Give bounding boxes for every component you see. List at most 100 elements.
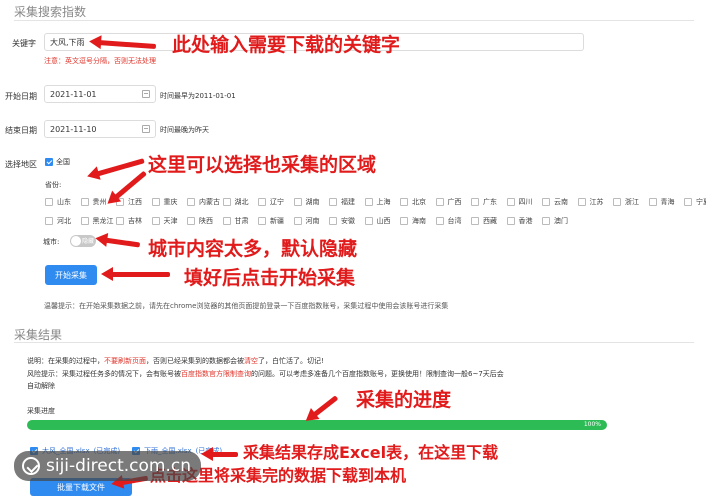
province-checkbox[interactable]: 云南 [542, 197, 568, 207]
checkbox-icon [506, 217, 515, 225]
province-checkbox[interactable]: 西藏 [471, 216, 497, 226]
toggle-text: 隐藏 [82, 238, 95, 245]
province-checkbox[interactable]: 四川 [506, 197, 533, 207]
risk-line: 风险提示：采集过程任务多的情况下，会有账号被百度指数官方限制查询的问题。可以考虑… [27, 369, 504, 379]
province-label: 河南 [305, 217, 320, 225]
province-label: 黑龙江 [92, 217, 114, 225]
risk-prefix: 风险提示：采集过程任务多的情况下，会有账号被 [27, 370, 181, 378]
checkbox-icon [151, 217, 160, 225]
end-date-input[interactable]: 2021-11-10 [44, 120, 156, 138]
province-label: 上海 [376, 198, 391, 206]
end-date-hint: 时间最晚为昨天 [160, 126, 209, 134]
province-checkbox[interactable]: 吉林 [116, 216, 142, 226]
province-checkbox[interactable]: 安徽 [329, 216, 355, 226]
checkbox-checked-icon [45, 158, 53, 166]
end-date-value: 2021-11-10 [50, 124, 97, 134]
province-label: 江西 [128, 198, 142, 206]
keyword-note: 注意：英文逗号分隔，否则无法处理 [44, 57, 156, 65]
checkbox-icon [648, 198, 657, 206]
annotation-arrow [103, 237, 141, 248]
province-checkbox[interactable]: 黑龙江 [80, 216, 114, 226]
province-label: 天津 [163, 217, 178, 225]
province-checkbox[interactable]: 陕西 [187, 216, 213, 226]
province-label: 宁夏 [696, 198, 706, 206]
annotation-arrow [101, 267, 170, 281]
province-label: 青海 [660, 198, 675, 206]
province-checkbox[interactable]: 广西 [435, 197, 462, 207]
nationwide-checkbox[interactable]: 全国 [45, 157, 70, 167]
checkbox-icon [613, 198, 621, 206]
end-date-label: 结束日期 [5, 126, 37, 135]
province-label: 江苏 [589, 198, 604, 206]
province-checkbox[interactable]: 宁夏 [684, 197, 706, 207]
start-date-hint: 时间最早为2011-01-01 [160, 92, 236, 100]
province-checkbox[interactable]: 上海 [364, 197, 391, 207]
risk-suffix: 的问题。可以考虑多准备几个百度指数账号，更换使用！限制查询一般6~7天后会 [251, 370, 504, 378]
province-checkbox[interactable]: 澳门 [542, 216, 568, 226]
province-label: 香港 [518, 217, 533, 225]
province-checkbox[interactable]: 湖南 [293, 197, 320, 207]
annotation-city: 城市内容太多，默认隐藏 [148, 238, 358, 260]
annotation-arrow [95, 158, 145, 177]
note-suffix: 了，白忙活了。切记! [258, 357, 324, 365]
province-label: 重庆 [163, 198, 178, 206]
province-checkbox[interactable]: 青海 [648, 197, 675, 207]
calendar-icon [142, 125, 150, 133]
province-checkbox[interactable]: 北京 [400, 197, 426, 207]
province-label: 新疆 [270, 217, 284, 225]
tip-text: 温馨提示：在开始采集数据之前，请先在chrome浏览器的其他页面提前登录一下百度… [44, 302, 449, 310]
checkbox-icon [151, 198, 160, 206]
province-checkbox[interactable]: 河南 [293, 216, 320, 226]
province-label: 甘肃 [234, 217, 249, 225]
checkbox-icon [364, 198, 373, 206]
province-checkbox[interactable]: 山西 [364, 216, 391, 226]
checkbox-icon [364, 217, 373, 225]
province-label: 山东 [57, 198, 71, 206]
province-checkbox[interactable]: 浙江 [613, 197, 639, 207]
toggle-knob [71, 236, 81, 246]
province-label: 湖南 [305, 198, 320, 206]
province-checkbox[interactable]: 重庆 [151, 197, 178, 207]
checkbox-icon [577, 198, 586, 206]
calendar-icon [142, 90, 150, 98]
start-collect-button[interactable]: 开始采集 [45, 265, 97, 285]
checkbox-icon [435, 198, 444, 206]
checkbox-icon [471, 198, 479, 206]
checkbox-icon [222, 217, 231, 225]
note-warning-2: 清空 [244, 357, 258, 365]
province-checkbox[interactable]: 香港 [506, 216, 533, 226]
province-checkbox[interactable]: 新疆 [258, 216, 284, 226]
province-label: 浙江 [625, 198, 639, 206]
checkbox-icon [542, 217, 550, 225]
province-label: 澳门 [554, 217, 568, 225]
risk-warning: 百度指数官方限制查询 [181, 370, 251, 378]
province-checkbox[interactable]: 江苏 [577, 197, 604, 207]
province-checkbox[interactable]: 天津 [151, 216, 178, 226]
province-label: 福建 [341, 198, 355, 206]
province-checkbox[interactable]: 海南 [400, 216, 426, 226]
province-checkbox[interactable]: 内蒙古 [187, 197, 220, 207]
province-checkbox[interactable]: 河北 [45, 216, 71, 226]
province-checkbox[interactable]: 山东 [45, 197, 71, 207]
annotation-keyword: 此处输入需要下载的关键字 [172, 34, 401, 56]
province-checkbox[interactable]: 辽宁 [258, 197, 284, 207]
annotation-arrow [311, 395, 339, 418]
province-label: 海南 [412, 217, 426, 225]
note-warning-1: 不要刷新页面 [104, 357, 146, 365]
annotation-excel: 采集结果存成Excel表，在这里下载 [243, 443, 499, 462]
start-date-input[interactable]: 2021-11-01 [44, 85, 156, 103]
progress-bar: 100% [27, 420, 607, 430]
province-checkbox[interactable]: 湖北 [222, 197, 249, 207]
city-toggle[interactable]: 隐藏 [70, 235, 96, 247]
checkbox-icon [258, 198, 266, 206]
region-label: 选择地区 [5, 160, 37, 169]
checkbox-icon [400, 198, 408, 206]
note-line: 说明：在采集的过程中，不要刷新页面，否则已经采集到的数据都会被清空了，白忙活了。… [27, 356, 324, 366]
province-checkbox[interactable]: 福建 [329, 197, 355, 207]
province-checkbox[interactable]: 台湾 [435, 216, 462, 226]
checkbox-icon [116, 217, 124, 225]
province-checkbox[interactable]: 甘肃 [222, 216, 249, 226]
province-checkbox[interactable]: 广东 [471, 197, 497, 207]
section-title-result: 采集结果 [14, 328, 63, 342]
annotation-region: 这里可以选择也采集的区域 [148, 154, 377, 176]
